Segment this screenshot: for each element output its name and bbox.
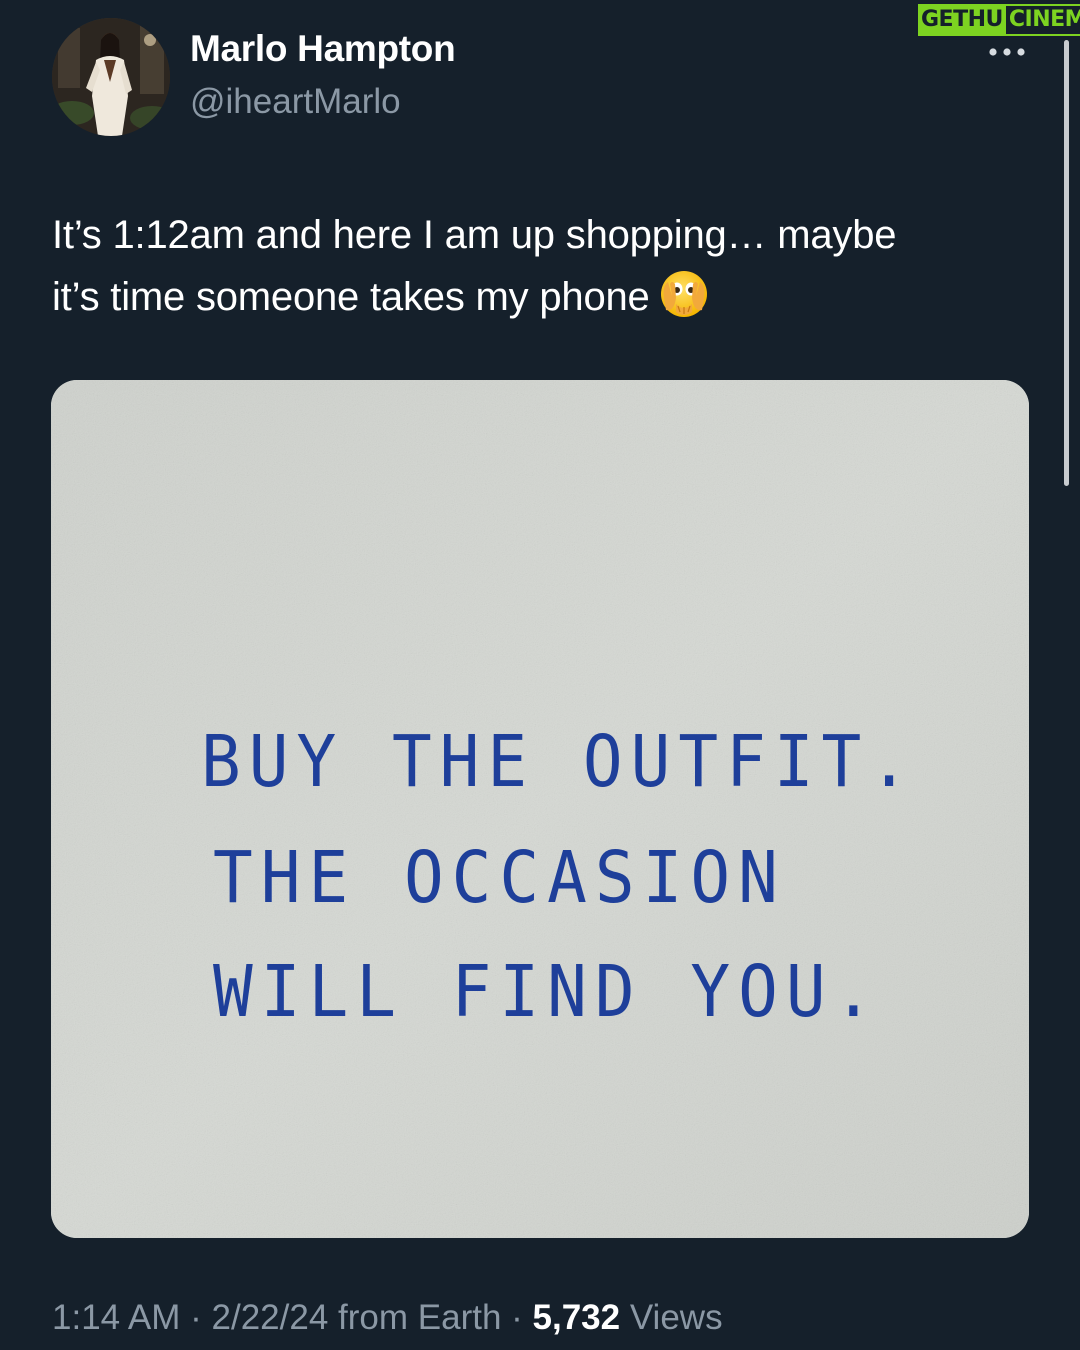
tweet-meta: 1:14 AM · 2/22/24 from Earth · 5,732 Vie… bbox=[52, 1298, 723, 1338]
note-line-3: WILL FIND YOU. bbox=[213, 950, 882, 1034]
face-with-open-eyes-and-hand-over-mouth-icon bbox=[658, 268, 710, 338]
author-display-name[interactable]: Marlo Hampton bbox=[190, 28, 456, 70]
views-label: Views bbox=[620, 1298, 723, 1337]
meta-separator: · bbox=[180, 1298, 212, 1337]
tweet-text-line-2: it’s time someone takes my phone bbox=[52, 266, 1022, 338]
tweet-date[interactable]: 2/22/24 bbox=[212, 1298, 329, 1337]
avatar[interactable] bbox=[52, 18, 170, 136]
more-options-button[interactable] bbox=[978, 30, 1036, 70]
tweet-text-line-2-text: it’s time someone takes my phone bbox=[52, 275, 650, 319]
tweet-time[interactable]: 1:14 AM bbox=[52, 1298, 180, 1337]
note-line-2: THE OCCASION bbox=[213, 836, 786, 920]
tweet-text-line-1: It’s 1:12am and here I am up shopping… m… bbox=[52, 213, 897, 257]
tweet-text: It’s 1:12am and here I am up shopping… m… bbox=[52, 204, 1022, 338]
views-count: 5,732 bbox=[532, 1298, 621, 1337]
author-handle[interactable]: @iheartMarlo bbox=[190, 82, 401, 122]
tweet-media-image[interactable]: BUY THE OUTFIT. THE OCCASION WILL FIND Y… bbox=[51, 380, 1029, 1238]
paper-texture bbox=[51, 380, 1029, 1238]
note-line-1: BUY THE OUTFIT. bbox=[201, 720, 918, 804]
more-horizontal-icon bbox=[989, 48, 1025, 56]
meta-separator: · bbox=[501, 1298, 533, 1337]
scrollbar-thumb[interactable] bbox=[1064, 40, 1069, 486]
tweet-source: from Earth bbox=[328, 1298, 502, 1337]
